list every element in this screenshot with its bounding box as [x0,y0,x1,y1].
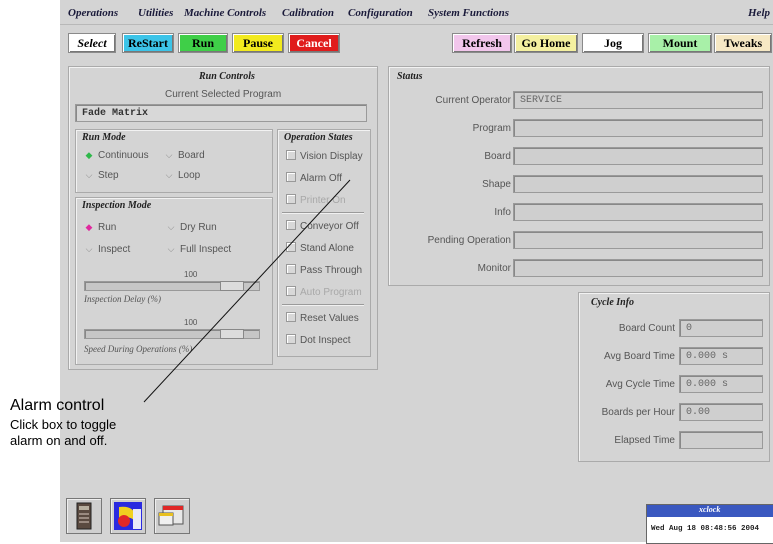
annotation-overlay [143,179,351,403]
callout-line [143,179,351,403]
annotation-callout: Alarm control Click box to toggle alarm … [10,397,190,448]
annotation-title: Alarm control [10,397,105,414]
annotation-line-1: Click box to toggle [10,417,117,432]
annotation-line-2: alarm on and off. [10,433,108,448]
